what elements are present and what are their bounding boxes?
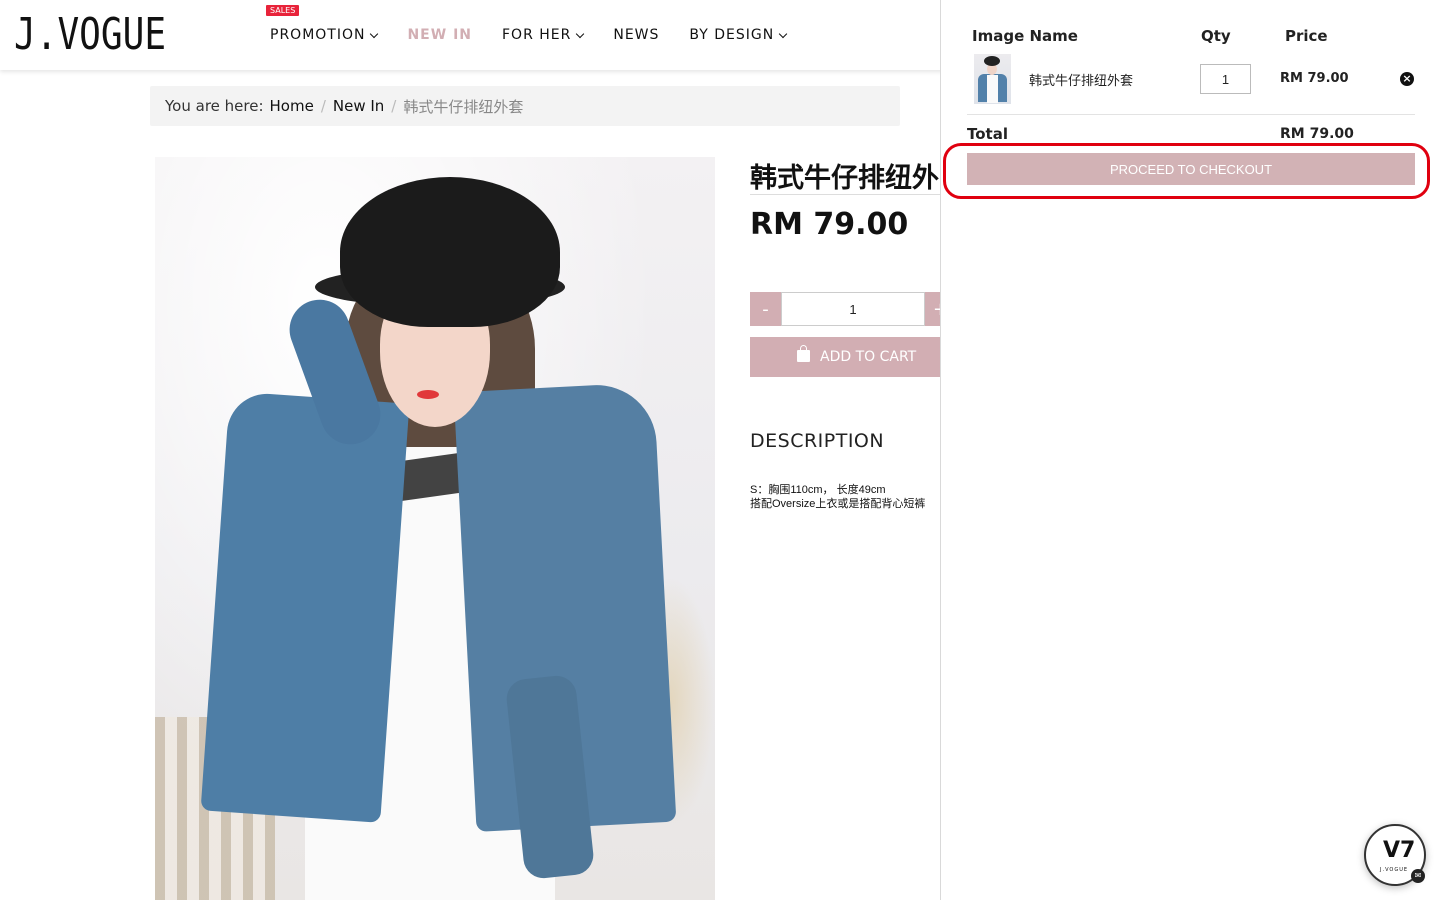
nav-promotion[interactable]: SALES PROMOTION <box>266 5 379 43</box>
quantity-decrease-button[interactable]: - <box>750 292 781 326</box>
cart-column-image-name: Image Name <box>972 27 1078 45</box>
nav-new-in[interactable]: NEW IN <box>407 27 472 43</box>
cart-item-name[interactable]: 韩式牛仔排纽外套 <box>1029 70 1133 89</box>
chat-brand-logo: V7 <box>1383 838 1416 863</box>
description-heading: DESCRIPTION <box>750 430 885 452</box>
breadcrumb-new-in[interactable]: New In <box>333 97 384 115</box>
nav-news-label: NEWS <box>613 27 660 43</box>
nav-by-design[interactable]: BY DESIGN <box>689 27 788 43</box>
cart-column-qty: Qty <box>1201 27 1231 45</box>
main-nav: SALES PROMOTION NEW IN FOR HER NEWS BY D… <box>266 0 816 70</box>
remove-item-icon[interactable]: × <box>1400 72 1414 86</box>
thumb-hat <box>984 56 1000 66</box>
messenger-icon: ✉ <box>1411 869 1425 883</box>
photo-hat <box>340 177 560 327</box>
description-line: 搭配Oversize上衣或是搭配背心短裤 <box>750 498 926 510</box>
cart-item-price: RM 79.00 <box>1280 71 1349 86</box>
nav-by-design-label: BY DESIGN <box>689 27 775 43</box>
photo-lips <box>417 390 439 399</box>
proceed-to-checkout-button[interactable]: PROCEED TO CHECKOUT <box>967 153 1415 185</box>
cart-column-price: Price <box>1285 27 1328 45</box>
chevron-down-icon <box>778 29 788 38</box>
product-title: 韩式牛仔排纽外 <box>750 163 939 194</box>
cart-total-value: RM 79.00 <box>1280 126 1354 142</box>
nav-for-her-label: FOR HER <box>502 27 572 43</box>
cart-item-thumbnail[interactable] <box>974 54 1011 104</box>
nav-promotion-label: PROMOTION <box>270 27 366 43</box>
quantity-input[interactable] <box>781 292 925 326</box>
thumb-shirt <box>987 75 998 103</box>
photo-jacket-left <box>200 391 410 823</box>
nav-for-her[interactable]: FOR HER <box>502 27 585 43</box>
title-divider <box>750 194 940 195</box>
cart-total-label: Total <box>967 125 1008 143</box>
mini-cart-panel: Image Name Qty Price 韩式牛仔排纽外套 RM 79.00 ×… <box>940 0 1440 900</box>
chevron-down-icon <box>576 29 585 38</box>
site-logo[interactable]: J.VOGUE <box>14 12 166 58</box>
chat-widget-button[interactable]: V7 J.VOGUE ✉ <box>1364 824 1426 886</box>
breadcrumb-prefix: You are here: <box>165 97 264 115</box>
description-line: S：胸围110cm， 长度49cm <box>750 484 886 496</box>
breadcrumb-separator: / <box>320 97 326 115</box>
sales-badge: SALES <box>266 5 300 16</box>
cart-divider <box>967 114 1415 115</box>
breadcrumb: You are here: Home / New In / 韩式牛仔排纽外套 <box>150 86 900 126</box>
breadcrumb-home[interactable]: Home <box>270 97 314 115</box>
chat-brand-text: J.VOGUE <box>1380 867 1409 873</box>
product-price: RM 79.00 <box>750 207 909 242</box>
description-text: S：胸围110cm， 长度49cm 搭配Oversize上衣或是搭配背心短裤 <box>750 483 925 511</box>
chevron-down-icon <box>370 29 379 38</box>
nav-new-in-label: NEW IN <box>407 27 472 43</box>
nav-news[interactable]: NEWS <box>613 27 659 43</box>
cart-item-qty-input[interactable] <box>1200 64 1251 94</box>
shopping-bag-icon <box>797 345 810 362</box>
breadcrumb-separator: / <box>391 97 397 115</box>
breadcrumb-current: 韩式牛仔排纽外套 <box>403 97 524 116</box>
add-to-cart-label: ADD TO CART <box>820 349 917 365</box>
quantity-stepper: - + <box>750 292 956 326</box>
product-image[interactable] <box>155 157 715 900</box>
add-to-cart-button[interactable]: ADD TO CART <box>750 337 950 377</box>
